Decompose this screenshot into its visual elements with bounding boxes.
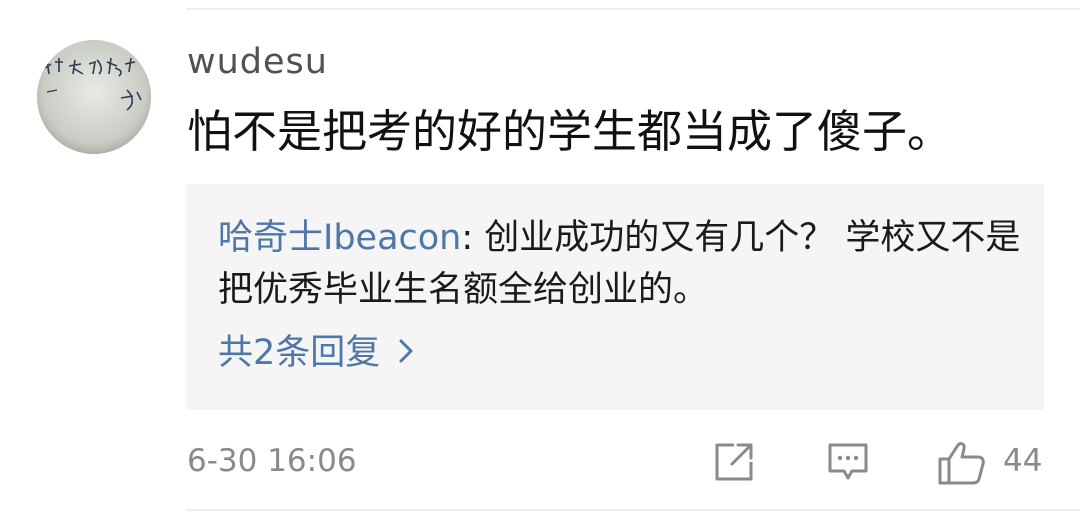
avatar[interactable] bbox=[37, 40, 151, 154]
reply-preview[interactable]: 哈奇士Ibeacon: 创业成功的又有几个？ 学校又不是把优秀毕业生名额全给创业… bbox=[186, 184, 1044, 410]
avatar-image bbox=[37, 40, 151, 154]
like-count: 44 bbox=[1003, 443, 1043, 479]
chevron-right-icon bbox=[398, 336, 414, 371]
like-button[interactable] bbox=[936, 440, 986, 490]
comment-card: wudesu 怕不是把考的好的学生都当成了傻子。 哈奇士Ibeacon: 创业成… bbox=[0, 0, 1080, 513]
share-button[interactable] bbox=[712, 440, 756, 488]
comment-body: 怕不是把考的好的学生都当成了傻子。 bbox=[187, 105, 953, 158]
reply-button[interactable] bbox=[826, 440, 870, 488]
thumbs-up-icon bbox=[938, 442, 985, 485]
view-replies-label: 共2条回复 bbox=[218, 333, 381, 373]
divider bbox=[186, 509, 1080, 511]
share-icon bbox=[715, 443, 753, 481]
divider bbox=[186, 8, 1080, 10]
reply-author[interactable]: 哈奇士Ibeacon bbox=[218, 218, 461, 258]
reply-content: 哈奇士Ibeacon: 创业成功的又有几个？ 学校又不是把优秀毕业生名额全给创业… bbox=[218, 212, 1028, 316]
username[interactable]: wudesu bbox=[187, 45, 328, 80]
comment-icon bbox=[828, 443, 868, 480]
comment-timestamp: 6-30 16:06 bbox=[187, 443, 357, 479]
reply-separator: : bbox=[461, 218, 485, 258]
view-replies-link[interactable]: 共2条回复 bbox=[218, 336, 414, 371]
